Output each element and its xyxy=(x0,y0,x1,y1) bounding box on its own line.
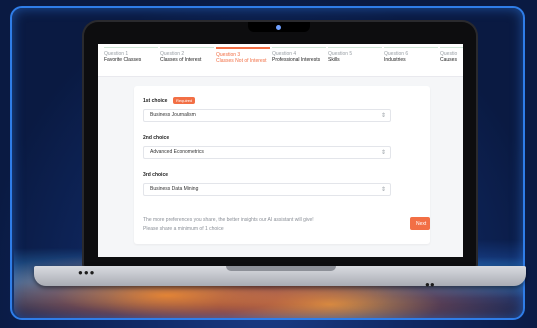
next-button[interactable]: Next xyxy=(410,217,430,230)
first-choice-value: Business Journalism xyxy=(150,112,196,118)
camera-icon xyxy=(276,25,281,30)
first-choice-label: 1st choice xyxy=(143,98,168,104)
tab-question-4[interactable]: Question 4 Professional Interests xyxy=(272,47,326,63)
minimum-note: Please share a minimum of 1 choice xyxy=(143,226,224,232)
chevron-updown-icon: ⇕ xyxy=(380,150,386,156)
required-badge: Required xyxy=(173,97,196,104)
tab-label: Favorite Classes xyxy=(104,57,142,63)
chevron-updown-icon: ⇕ xyxy=(380,113,386,119)
tab-question-7[interactable]: Questio Causes xyxy=(440,47,463,63)
question-tabs: Question 1 Favorite Classes Question 2 C… xyxy=(98,44,463,77)
third-choice-label: 3rd choice xyxy=(143,172,169,178)
tab-question-1[interactable]: Question 1 Favorite Classes xyxy=(104,47,158,63)
tab-label: Classes of Interest xyxy=(160,57,202,63)
port-dots-icon: ●● xyxy=(425,280,435,289)
second-choice-label: 2nd choice xyxy=(143,135,170,141)
choices-card: 1st choice Required Business Journalism … xyxy=(134,86,430,244)
laptop-screen: Question 1 Favorite Classes Question 2 C… xyxy=(98,44,463,257)
second-choice-value: Advanced Econometrics xyxy=(150,149,204,155)
tab-question-2[interactable]: Question 2 Classes of Interest xyxy=(160,47,214,63)
tab-label: Skills xyxy=(328,57,340,63)
tab-question-6[interactable]: Question 6 Industries xyxy=(384,47,438,63)
tab-label: Industries xyxy=(384,57,406,63)
second-choice-select[interactable]: Advanced Econometrics ⇕ xyxy=(143,146,391,159)
third-choice-value: Business Data Mining xyxy=(150,186,199,192)
port-dots-icon: ●●● xyxy=(78,268,96,277)
tab-label: Classes Not of Interest xyxy=(216,58,267,64)
tab-label: Professional Interests xyxy=(272,57,321,63)
third-choice-select[interactable]: Business Data Mining ⇕ xyxy=(143,183,391,196)
chevron-updown-icon: ⇕ xyxy=(380,187,386,193)
laptop-base-notch xyxy=(226,266,336,271)
tab-question-5[interactable]: Question 5 Skills xyxy=(328,47,382,63)
tab-question-3[interactable]: Question 3 Classes Not of Interest xyxy=(216,47,270,64)
preferences-note: The more preferences you share, the bett… xyxy=(143,217,314,223)
tab-label: Causes xyxy=(440,57,457,63)
first-choice-select[interactable]: Business Journalism ⇕ xyxy=(143,109,391,122)
